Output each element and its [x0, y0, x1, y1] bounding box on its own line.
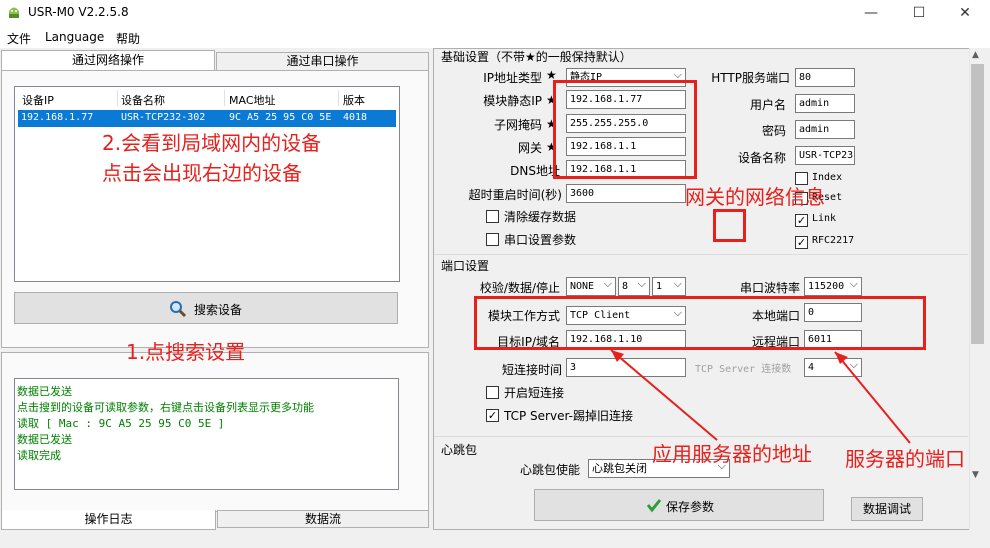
annotation-server-address: 应用服务器的地址 [652, 442, 812, 466]
annotation-server-port: 服务器的端口 [845, 447, 965, 471]
annotation-arrows [610, 349, 911, 444]
arrow-to-target-ip [610, 349, 718, 441]
arrowhead [835, 352, 848, 364]
arrow-to-remote-port [834, 351, 911, 444]
